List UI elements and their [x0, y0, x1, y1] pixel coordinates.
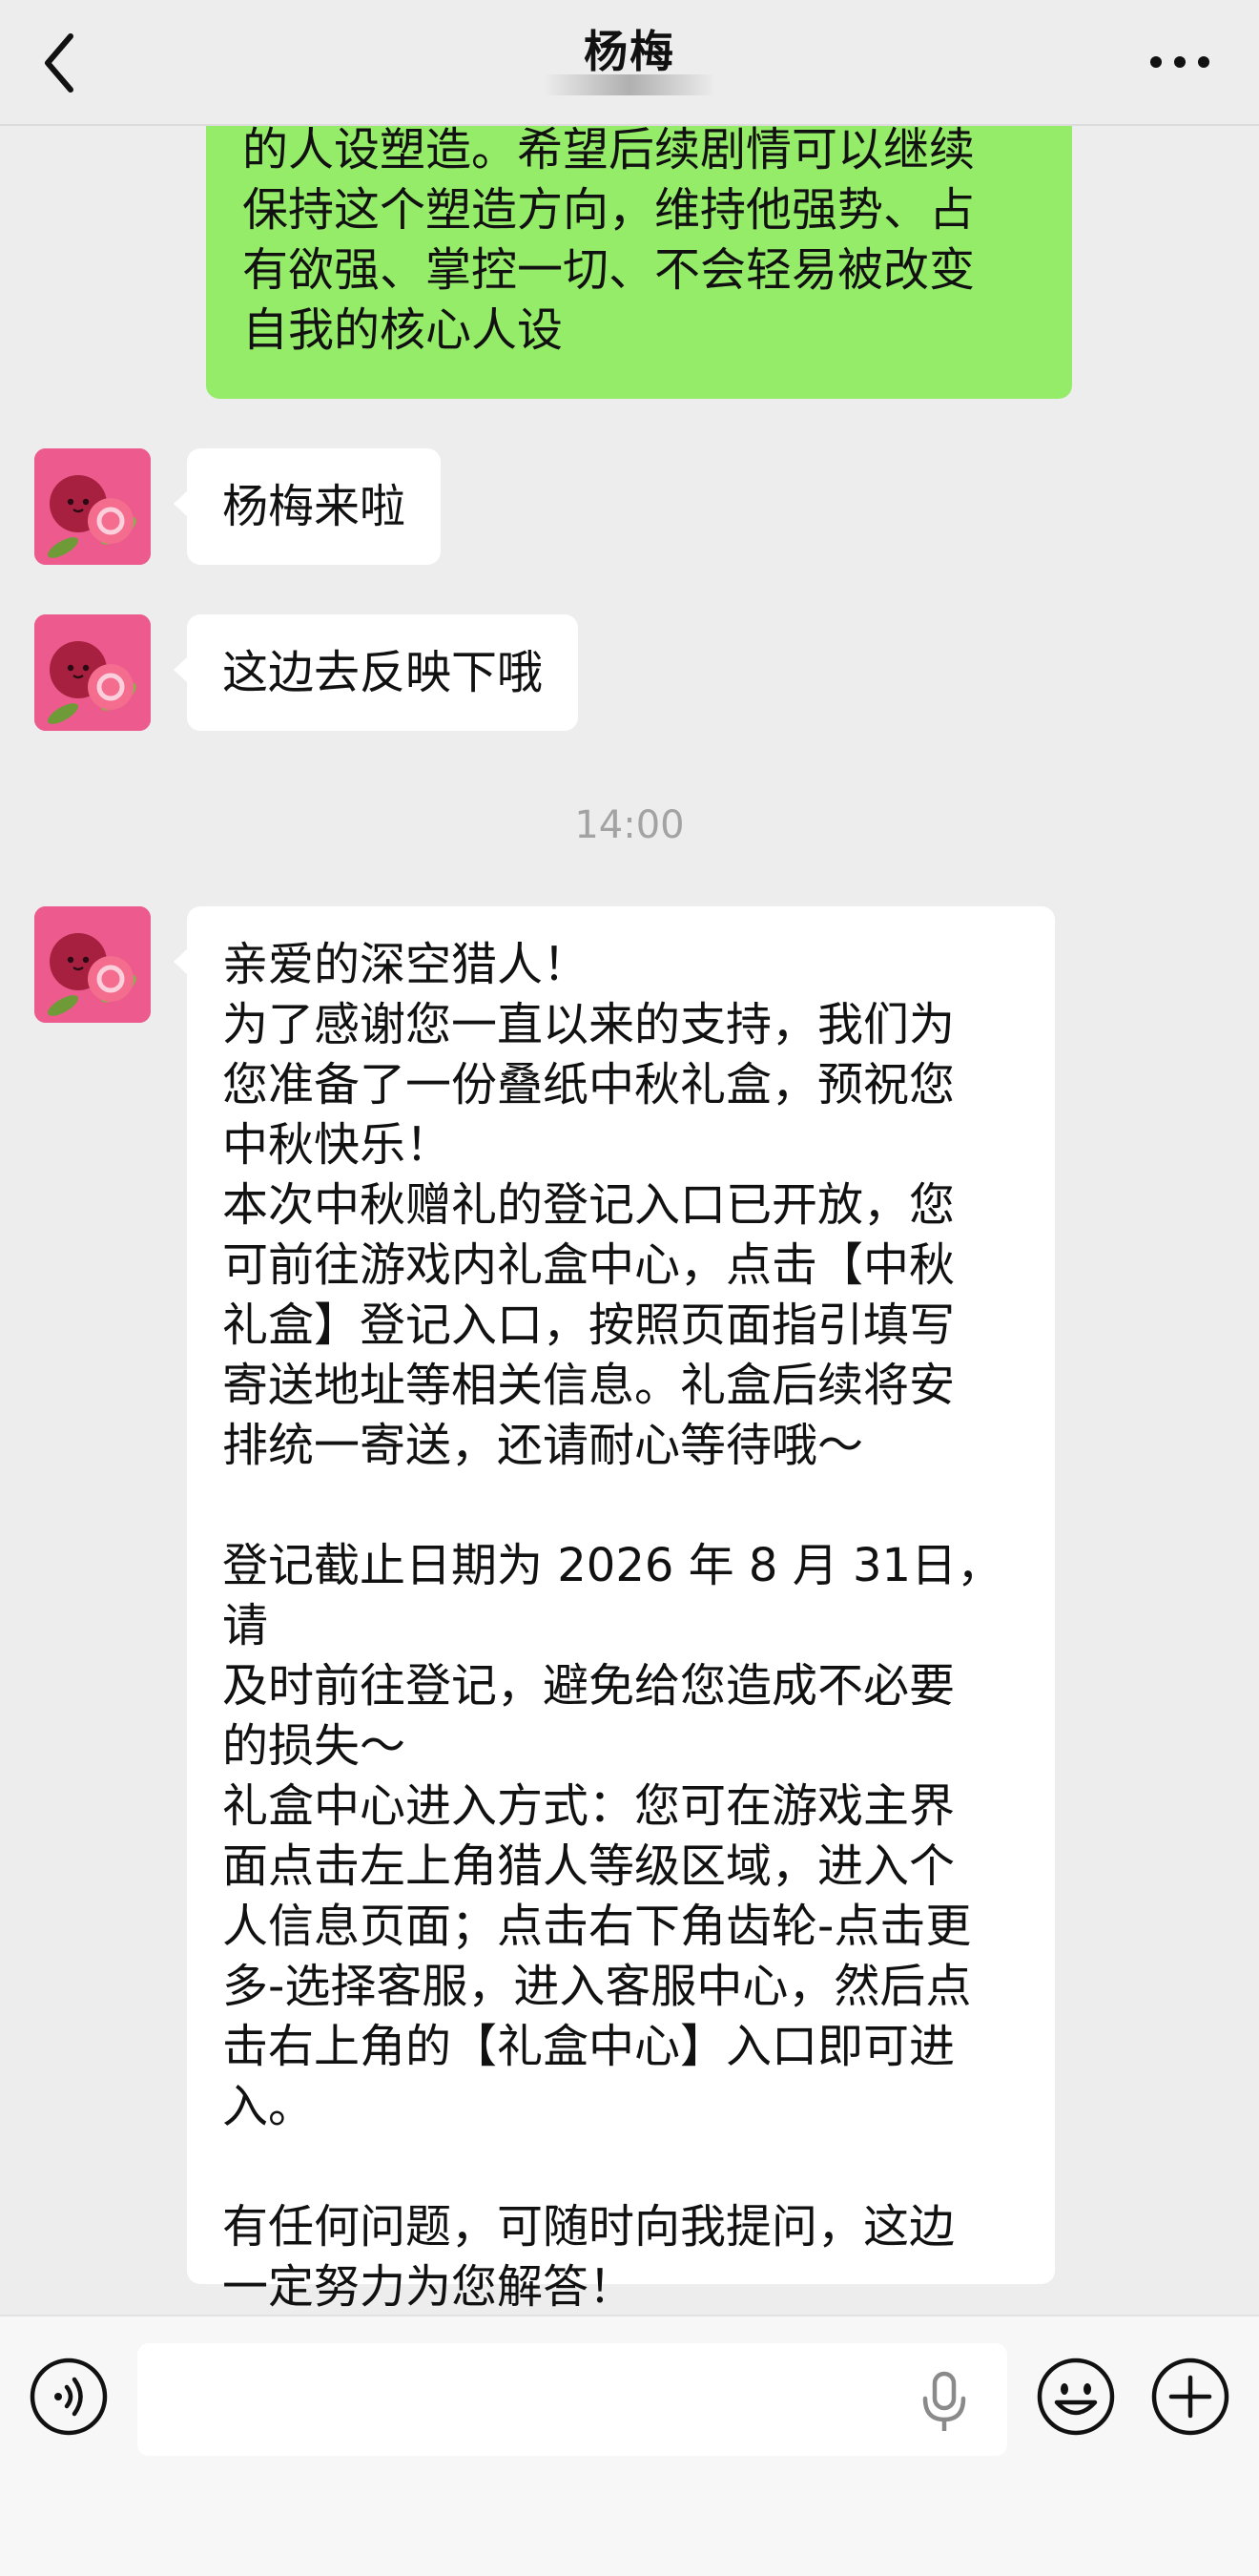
emoji-button[interactable]	[1036, 2357, 1116, 2437]
message-text: 的人设塑造。希望后续剧情可以继续 保持这个塑造方向，维持他强势、占 有欲强、掌控…	[242, 123, 976, 357]
plus-icon	[1151, 2358, 1229, 2436]
bayberry-avatar-icon	[34, 906, 151, 1023]
chat-header: 杨梅	[0, 0, 1259, 126]
message-text: 亲爱的深空猎人！ 为了感谢您一直以来的支持，我们为 您准备了一份叠纸中秋礼盒，预…	[222, 938, 1003, 2314]
outgoing-message-bubble[interactable]: 的人设塑造。希望后续剧情可以继续 保持这个塑造方向，维持他强势、占 有欲强、掌控…	[206, 95, 1072, 399]
more-button[interactable]	[1146, 38, 1213, 86]
incoming-message-bubble[interactable]: 这边去反映下哦	[173, 614, 579, 731]
incoming-message-bubble[interactable]: 亲爱的深空猎人！ 为了感谢您一直以来的支持，我们为 您准备了一份叠纸中秋礼盒，预…	[174, 906, 1055, 2314]
emoji-icon	[1037, 2358, 1115, 2436]
voice-mode-icon	[30, 2358, 108, 2436]
input-bar	[0, 2315, 1259, 2576]
bayberry-avatar-icon	[34, 448, 151, 565]
message-text: 杨梅来啦	[222, 480, 406, 533]
more-actions-button[interactable]	[1150, 2357, 1230, 2437]
microphone-icon[interactable]	[918, 2370, 971, 2437]
bayberry-avatar-icon	[34, 614, 151, 731]
contact-avatar[interactable]	[34, 614, 151, 731]
contact-avatar[interactable]	[34, 906, 151, 1023]
more-dots-icon	[1150, 56, 1209, 68]
voice-mode-button[interactable]	[29, 2357, 109, 2437]
contact-avatar[interactable]	[34, 448, 151, 565]
message-input[interactable]	[137, 2343, 1007, 2456]
chat-title: 杨梅	[584, 26, 675, 77]
message-text: 这边去反映下哦	[222, 646, 544, 699]
message-timestamp: 14:00	[574, 803, 685, 847]
incoming-message-bubble[interactable]: 杨梅来啦	[173, 448, 442, 565]
obscured-subtitle	[544, 74, 715, 95]
